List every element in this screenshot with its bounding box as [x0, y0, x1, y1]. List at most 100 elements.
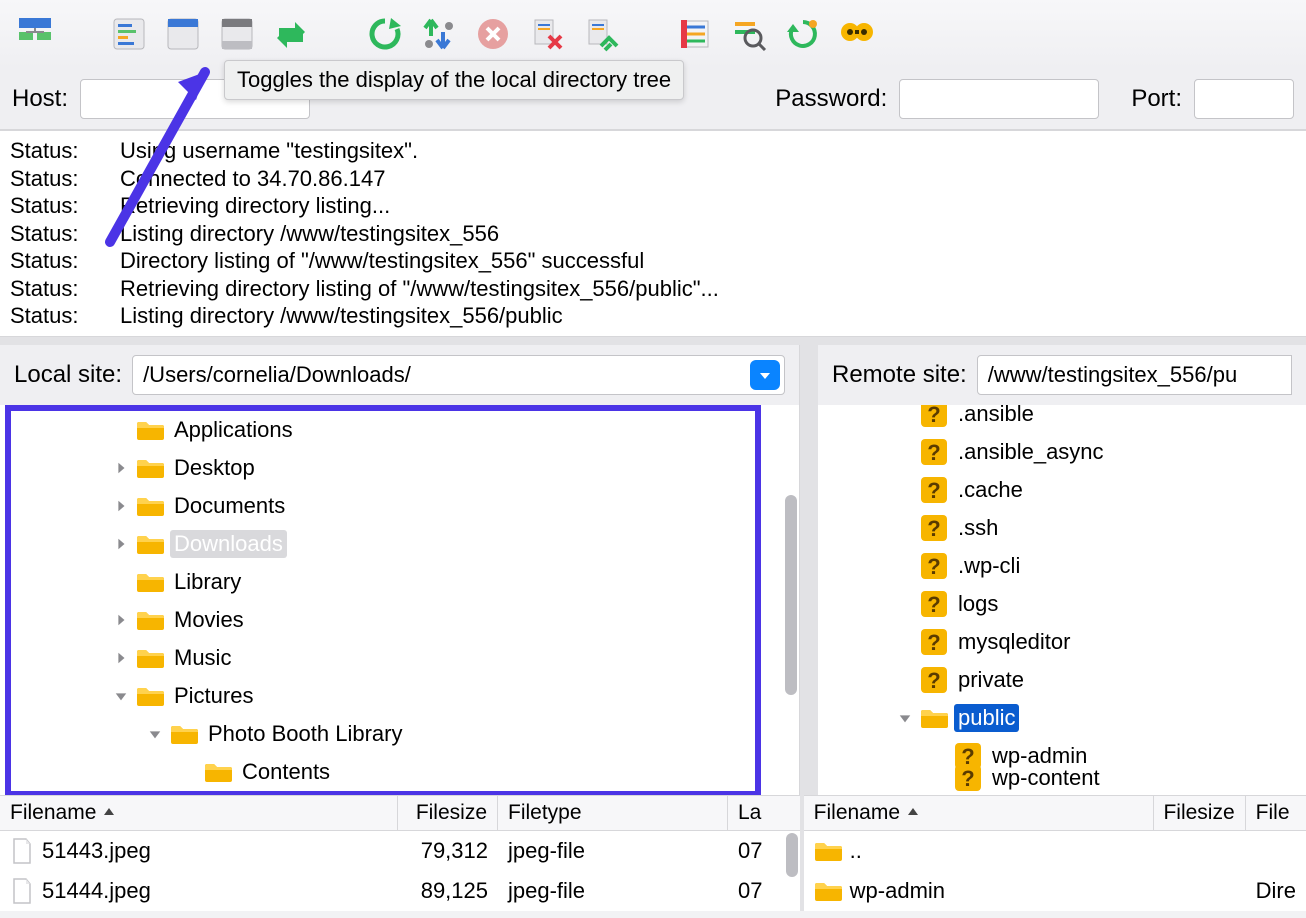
tree-item[interactable]: .ansible_async: [818, 433, 1306, 471]
chevron-down-icon[interactable]: [896, 709, 914, 727]
col-last-label: La: [738, 801, 761, 825]
tree-item[interactable]: wp-content: [818, 759, 1306, 795]
folder-icon: [136, 533, 164, 555]
tree-item[interactable]: logs: [818, 585, 1306, 623]
file-row[interactable]: wp-adminDire: [804, 871, 1306, 911]
port-input[interactable]: [1194, 79, 1294, 119]
log-line: Status:Retrieving directory listing...: [10, 192, 1296, 220]
tree-item[interactable]: Applications: [0, 411, 799, 449]
remote-file-list[interactable]: ..wp-adminDire: [804, 831, 1306, 911]
dropdown-icon[interactable]: [750, 360, 780, 390]
quickconnect-bar: Host: Password: Port: Toggles the displa…: [0, 68, 1306, 130]
col-filename-label: Filename: [10, 801, 96, 825]
folder-icon: [204, 761, 232, 783]
file-row[interactable]: ..: [804, 831, 1306, 871]
col-filesize-label: Filesize: [1163, 801, 1234, 825]
disconnect-button[interactable]: [524, 11, 570, 57]
col-filesize[interactable]: Filesize: [1154, 796, 1246, 830]
horizontal-splitter[interactable]: [0, 337, 1306, 345]
search-button[interactable]: [726, 11, 772, 57]
remote-list-header[interactable]: Filename Filesize File: [804, 795, 1306, 831]
tree-item[interactable]: Documents: [0, 487, 799, 525]
chevron-down-icon[interactable]: [146, 725, 164, 743]
col-filename[interactable]: Filename: [0, 796, 398, 830]
tree-item[interactable]: Pictures: [0, 677, 799, 715]
toggle-local-tree-button[interactable]: [106, 11, 152, 57]
reconnect-button[interactable]: [578, 11, 624, 57]
chevron-right-icon[interactable]: [112, 649, 130, 667]
unknown-folder-icon: [954, 764, 982, 792]
tree-item[interactable]: Desktop: [0, 449, 799, 487]
tree-item[interactable]: mysqleditor: [818, 623, 1306, 661]
tree-item[interactable]: private: [818, 661, 1306, 699]
tree-item[interactable]: .cache: [818, 471, 1306, 509]
local-site-combo[interactable]: /Users/cornelia/Downloads/: [132, 355, 785, 395]
cancel-button[interactable]: [470, 11, 516, 57]
tree-item[interactable]: Contents: [0, 753, 799, 791]
file-size: 89,125: [398, 878, 498, 904]
folder-icon: [136, 647, 164, 669]
message-log[interactable]: Status: Using username "testingsitex". Sta…: [0, 130, 1306, 337]
local-tree[interactable]: ApplicationsDesktopDocumentsDownloads Lib…: [0, 405, 799, 795]
local-path-text: /Users/cornelia/Downloads/: [143, 362, 411, 388]
local-list-header[interactable]: Filename Filesize Filetype La: [0, 795, 800, 831]
site-manager-button[interactable]: [12, 11, 58, 57]
folder-icon: [136, 685, 164, 707]
toggle-log-button[interactable]: [214, 11, 260, 57]
toggle-transfer-queue-button[interactable]: [268, 11, 314, 57]
tree-item-label: Music: [170, 644, 235, 672]
file-name: 51444.jpeg: [42, 878, 151, 904]
col-filename[interactable]: Filename: [804, 796, 1154, 830]
tree-item[interactable]: Downloads: [0, 525, 799, 563]
remote-site-combo[interactable]: /www/testingsitex_556/pu: [977, 355, 1292, 395]
chevron-down-icon[interactable]: [112, 687, 130, 705]
compare-button[interactable]: [834, 11, 880, 57]
log-msg: Directory listing of "/www/testingsitex_…: [120, 247, 644, 275]
tree-item[interactable]: .wp-cli: [818, 547, 1306, 585]
log-key: Status:: [10, 275, 120, 303]
remote-site-label: Remote site:: [832, 361, 967, 389]
remote-tree[interactable]: .ansible.ansible_async.cache.ssh.wp-clil…: [818, 405, 1306, 795]
remote-path-text: /www/testingsitex_556/pu: [988, 362, 1237, 388]
refresh-button[interactable]: [362, 11, 408, 57]
tooltip: Toggles the display of the local directo…: [224, 60, 684, 100]
col-filesize[interactable]: Filesize: [398, 796, 498, 830]
col-filetype[interactable]: Filetype: [498, 796, 728, 830]
tree-item[interactable]: .ssh: [818, 509, 1306, 547]
local-file-list[interactable]: 51443.jpeg79,312jpeg-file07 51444.jpeg 89,…: [0, 831, 800, 911]
tree-item-label: Library: [170, 568, 245, 596]
unknown-folder-icon: [920, 590, 948, 618]
tree-item-label: Movies: [170, 606, 248, 634]
tree-item[interactable]: Music: [0, 639, 799, 677]
sync-button[interactable]: [780, 11, 826, 57]
tree-item[interactable]: .ansible: [818, 405, 1306, 433]
vertical-splitter[interactable]: [800, 345, 818, 795]
tree-item-label: wp-content: [988, 764, 1104, 792]
password-input[interactable]: [899, 79, 1099, 119]
col-last[interactable]: La: [728, 796, 800, 830]
file-row[interactable]: 51444.jpeg89,125jpeg-file07: [0, 871, 800, 911]
tree-item[interactable]: Movies: [0, 601, 799, 639]
log-msg: Using username "testingsitex".: [120, 137, 418, 165]
unknown-folder-icon: [920, 438, 948, 466]
unknown-folder-icon: [920, 405, 948, 428]
tree-item[interactable]: Photo Booth Library: [0, 715, 799, 753]
log-msg: Retrieving directory listing of "/www/te…: [120, 275, 719, 303]
file-type: Dire: [1246, 878, 1306, 904]
process-queue-button[interactable]: [416, 11, 462, 57]
toggle-remote-tree-button[interactable]: [160, 11, 206, 57]
file-row[interactable]: 51443.jpeg79,312jpeg-file07: [0, 831, 800, 871]
chevron-right-icon[interactable]: [112, 611, 130, 629]
tree-item-label: Pictures: [170, 682, 257, 710]
col-filetype[interactable]: File: [1246, 796, 1306, 830]
scrollbar-thumb[interactable]: [785, 495, 797, 695]
folder-icon: [136, 609, 164, 631]
filter-button[interactable]: [672, 11, 718, 57]
chevron-right-icon[interactable]: [112, 497, 130, 515]
tree-item[interactable]: public: [818, 699, 1306, 737]
chevron-right-icon[interactable]: [112, 459, 130, 477]
host-label: Host:: [12, 85, 68, 113]
scrollbar-thumb[interactable]: [786, 833, 798, 877]
tree-item[interactable]: Library: [0, 563, 799, 601]
chevron-right-icon[interactable]: [112, 535, 130, 553]
